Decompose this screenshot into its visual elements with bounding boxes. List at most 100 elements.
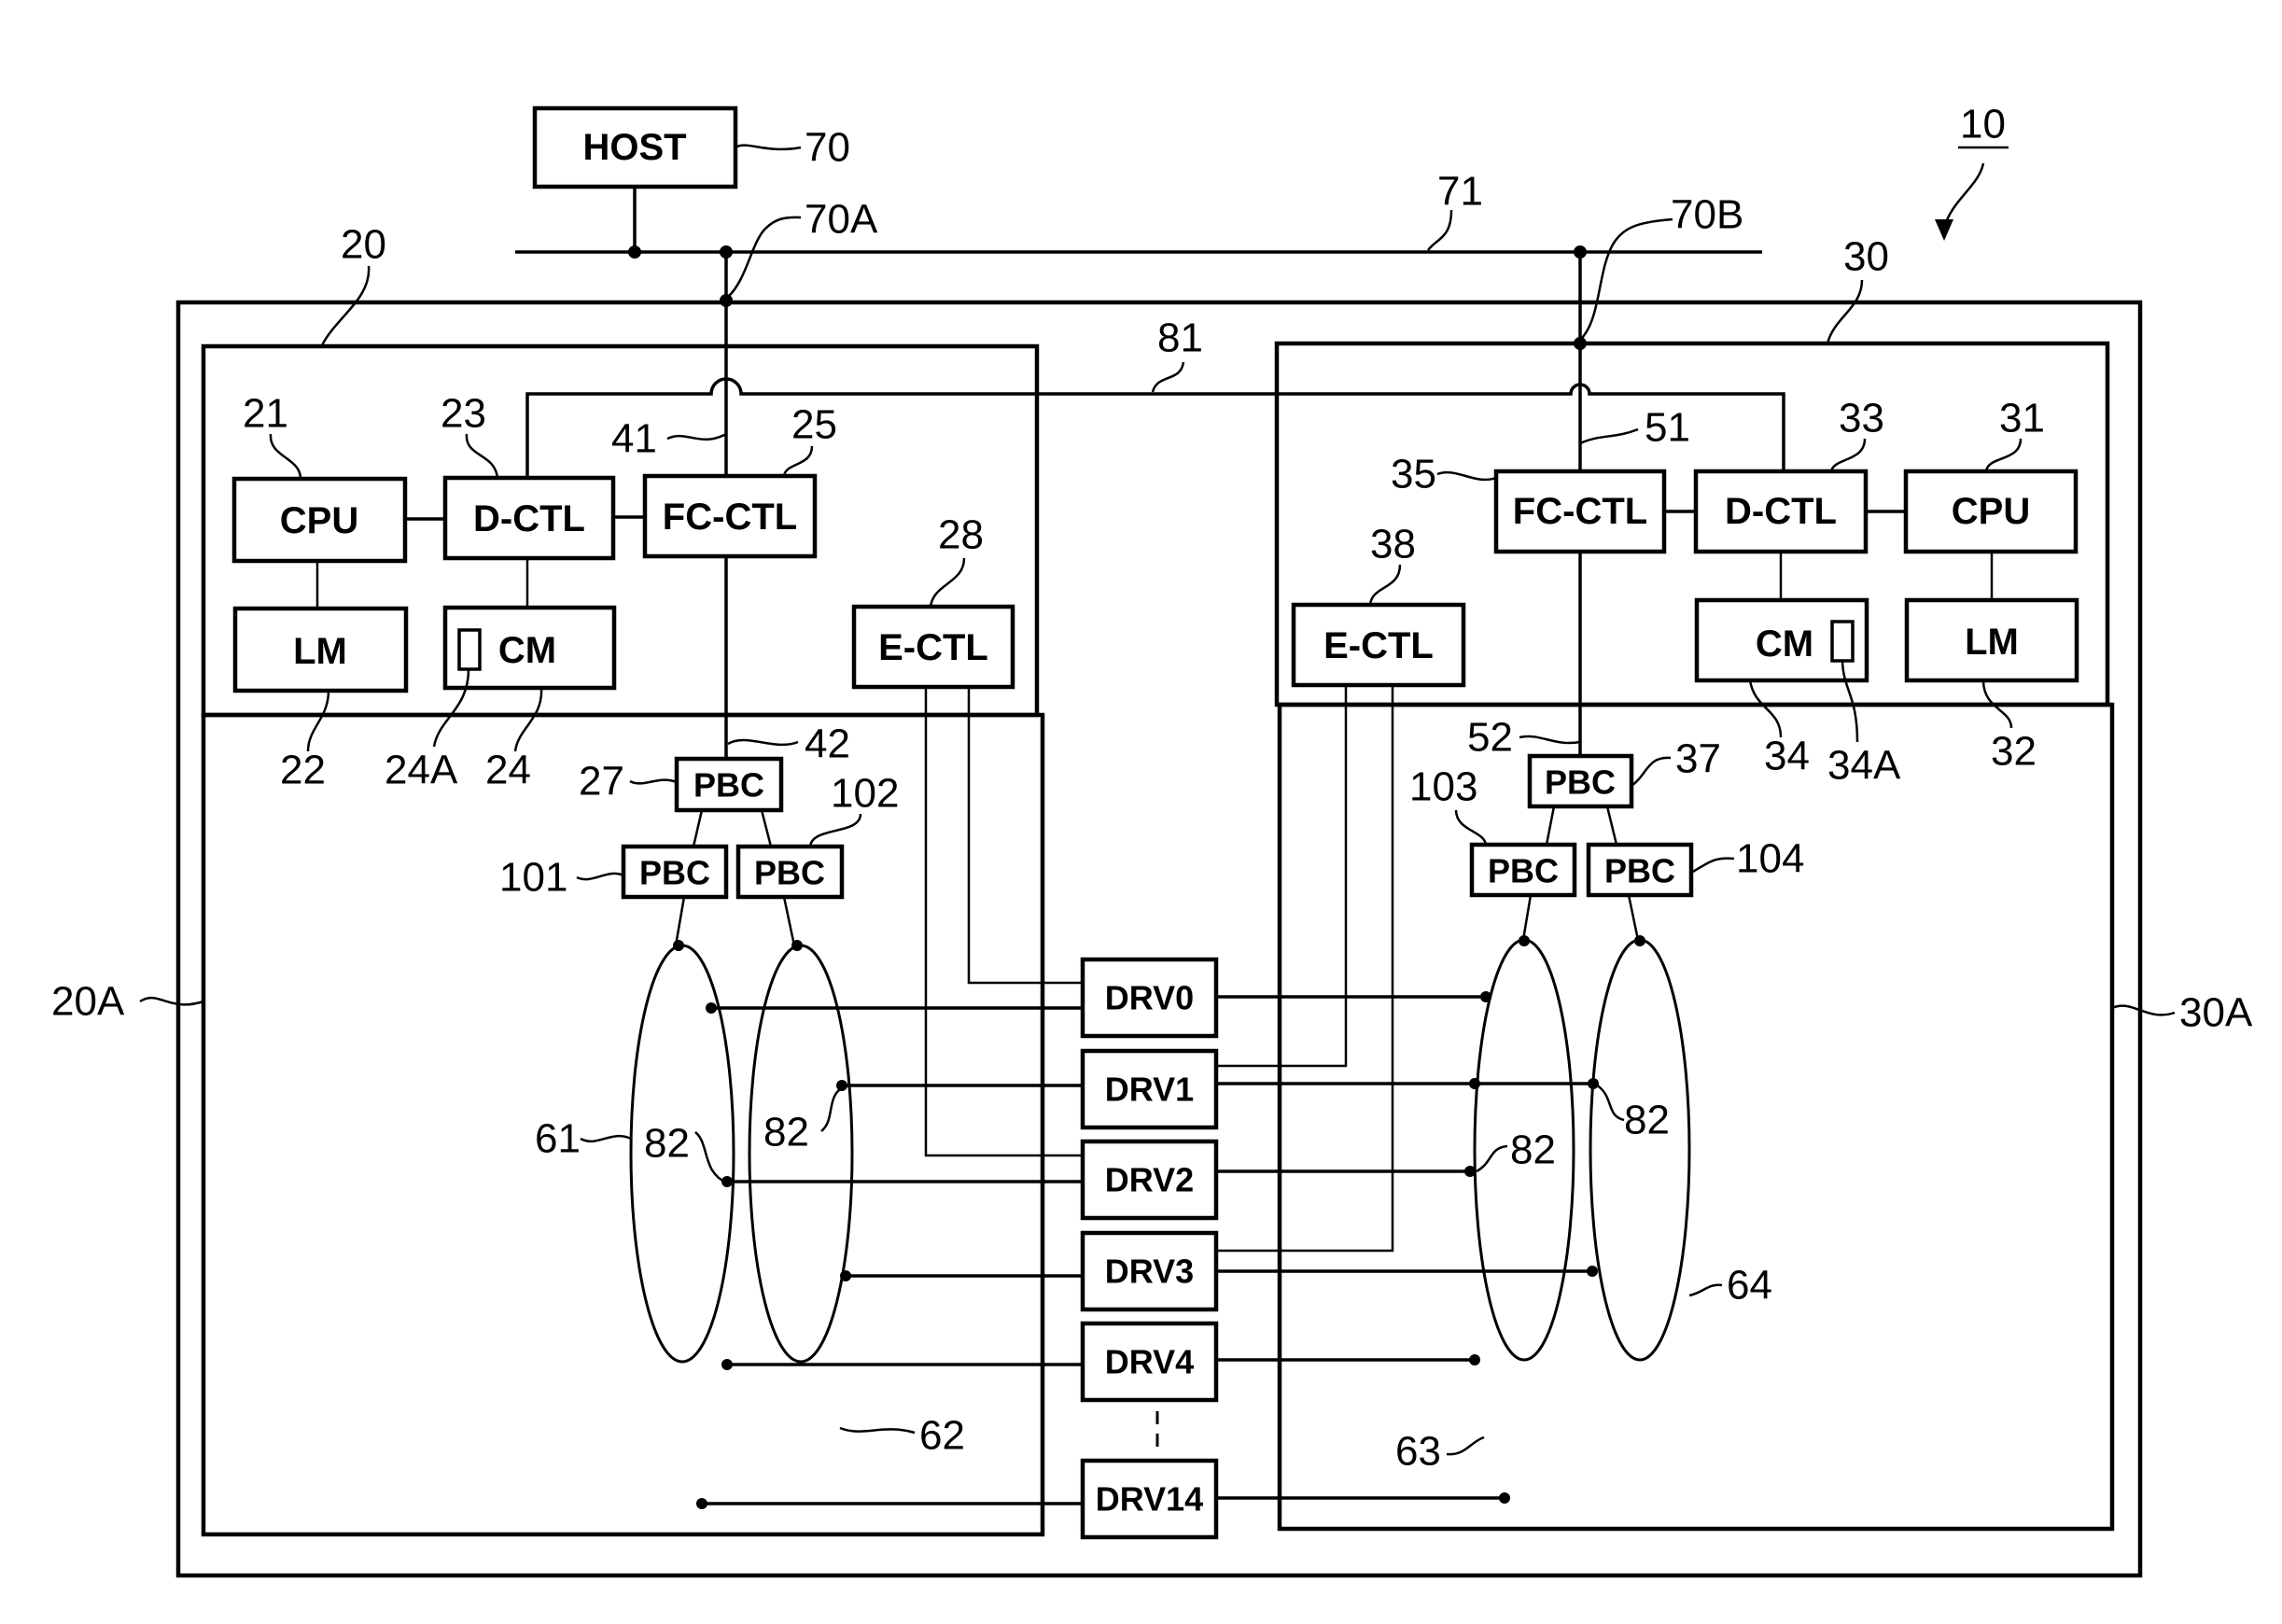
- leader-41: [666, 432, 727, 441]
- ref-23: 23: [441, 391, 486, 437]
- ref-71: 71: [1437, 169, 1483, 215]
- pbc101-loop61-link: [674, 896, 686, 946]
- leader-30: [1826, 279, 1864, 344]
- pbc37-pbc103-link: [1545, 805, 1556, 846]
- leader-30a: [2111, 1004, 2176, 1016]
- fcctl-35-label: FC-CTL: [1513, 491, 1647, 532]
- drive-right-node: [1480, 991, 1491, 1002]
- leader-22: [306, 690, 330, 752]
- cm-24a-cell: [457, 628, 482, 671]
- drive-left-node: [721, 1176, 733, 1187]
- ref-25: 25: [791, 402, 837, 448]
- ref-42: 42: [805, 721, 850, 767]
- drive-drv0[interactable]: DRV0: [706, 957, 1491, 1039]
- pbc103-loop63-link: [1521, 894, 1533, 941]
- leader-33: [1829, 438, 1867, 472]
- drive-drv2[interactable]: DRV2: [721, 1139, 1476, 1221]
- dctl-23-block[interactable]: D-CTL: [442, 475, 616, 561]
- fcctl-35-block[interactable]: FC-CTL: [1493, 469, 1667, 554]
- host-label: HOST: [582, 127, 686, 168]
- leader-35: [1436, 470, 1497, 482]
- pbc-103-block[interactable]: PBC: [1469, 842, 1577, 898]
- leader-38: [1368, 564, 1402, 606]
- fcctl-25-block[interactable]: FC-CTL: [642, 473, 818, 559]
- drive-left-node: [840, 1270, 851, 1281]
- ref-82-c: 82: [1510, 1127, 1556, 1173]
- ref-31: 31: [1999, 396, 2045, 441]
- cm-24-block[interactable]: CM: [442, 605, 617, 691]
- cpu-31-block[interactable]: CPU: [1903, 469, 2079, 554]
- pbc-101-label: PBC: [639, 854, 710, 892]
- leader-82-a: [694, 1131, 727, 1184]
- pbc-103-label: PBC: [1488, 852, 1559, 890]
- pbc37-pbc104-link: [1605, 805, 1618, 846]
- ref-21: 21: [243, 391, 288, 437]
- ref-label-10: 10: [1960, 102, 2006, 147]
- drive-right-node: [1587, 1266, 1598, 1277]
- cm-34-label: CM: [1756, 623, 1813, 665]
- dctl-33-label: D-CTL: [1725, 491, 1837, 532]
- drive-label: DRV4: [1105, 1343, 1194, 1381]
- leader-52: [1519, 735, 1581, 745]
- pbc-27-block[interactable]: PBC: [674, 756, 784, 813]
- ref-28: 28: [938, 512, 984, 558]
- pbc-102-label: PBC: [754, 854, 825, 892]
- ref-41: 41: [611, 416, 657, 462]
- fcctl-25-label: FC-CTL: [663, 497, 797, 538]
- pbc-104-block[interactable]: PBC: [1586, 842, 1694, 898]
- dctl-33-block[interactable]: D-CTL: [1693, 469, 1869, 554]
- host-block[interactable]: HOST: [532, 105, 738, 189]
- ref-102: 102: [831, 771, 899, 817]
- drive-drv4[interactable]: DRV4: [721, 1321, 1480, 1403]
- leader-51: [1579, 427, 1639, 445]
- ref-27: 27: [579, 759, 624, 805]
- leader-24: [513, 687, 543, 752]
- drive-drv14[interactable]: DRV14: [696, 1458, 1510, 1540]
- ectl-38-block[interactable]: E-CTL: [1291, 602, 1466, 688]
- storage-system-diagram: 10 HOST 70 71 70A 70B 20 20A 81 CPU 21 L…: [51, 102, 2253, 1578]
- drive-left-node: [836, 1080, 847, 1091]
- leader-23: [465, 433, 499, 479]
- ref-35: 35: [1391, 452, 1436, 497]
- ref-20: 20: [341, 222, 386, 268]
- cm-34a-cell: [1830, 620, 1855, 663]
- cpu-21-block[interactable]: CPU: [231, 476, 408, 564]
- cm-34-block[interactable]: CM: [1694, 597, 1869, 683]
- drive-right-node-2: [1588, 1078, 1599, 1089]
- pbc-37-block[interactable]: PBC: [1527, 753, 1634, 809]
- lm-32-label: LM: [1965, 622, 2019, 663]
- pbc-102-block[interactable]: PBC: [735, 844, 845, 900]
- loop-61-top-node: [673, 940, 684, 951]
- ref-70b: 70B: [1671, 192, 1743, 238]
- ref-82-d: 82: [1624, 1098, 1670, 1143]
- ectl-28-block[interactable]: E-CTL: [851, 604, 1015, 690]
- drive-drv1[interactable]: DRV1: [836, 1048, 1599, 1130]
- drive-label: DRV0: [1105, 979, 1194, 1017]
- ref-101: 101: [499, 855, 567, 901]
- ref-70a: 70A: [805, 197, 878, 243]
- ectl-28-label: E-CTL: [878, 627, 988, 668]
- ref-32: 32: [1991, 729, 2037, 775]
- pbc-37-label: PBC: [1545, 763, 1616, 802]
- leader-82-b: [820, 1085, 844, 1132]
- ref-24: 24: [485, 748, 531, 793]
- lm-22-block[interactable]: LM: [232, 606, 409, 693]
- leader-62: [839, 1426, 916, 1435]
- cpu-21-label: CPU: [280, 500, 358, 541]
- pbc-104-label: PBC: [1604, 852, 1675, 890]
- ref-52: 52: [1467, 715, 1513, 761]
- ectl38-drv3-link: [1217, 685, 1394, 1253]
- ref-82-b: 82: [763, 1110, 809, 1155]
- leader-20: [320, 265, 371, 346]
- ectl-38-label: E-CTL: [1323, 625, 1434, 666]
- leader-63: [1446, 1435, 1485, 1456]
- leader-82-c: [1476, 1144, 1508, 1173]
- lm-32-block[interactable]: LM: [1904, 597, 2079, 683]
- drive-drv3[interactable]: DRV3: [840, 1230, 1598, 1312]
- pbc-101-block[interactable]: PBC: [621, 844, 729, 900]
- ref-20a: 20A: [51, 979, 125, 1025]
- ref-34: 34: [1764, 734, 1810, 779]
- leader-101: [576, 872, 624, 881]
- leader-61: [580, 1134, 632, 1143]
- loop-64: [1589, 938, 1691, 1362]
